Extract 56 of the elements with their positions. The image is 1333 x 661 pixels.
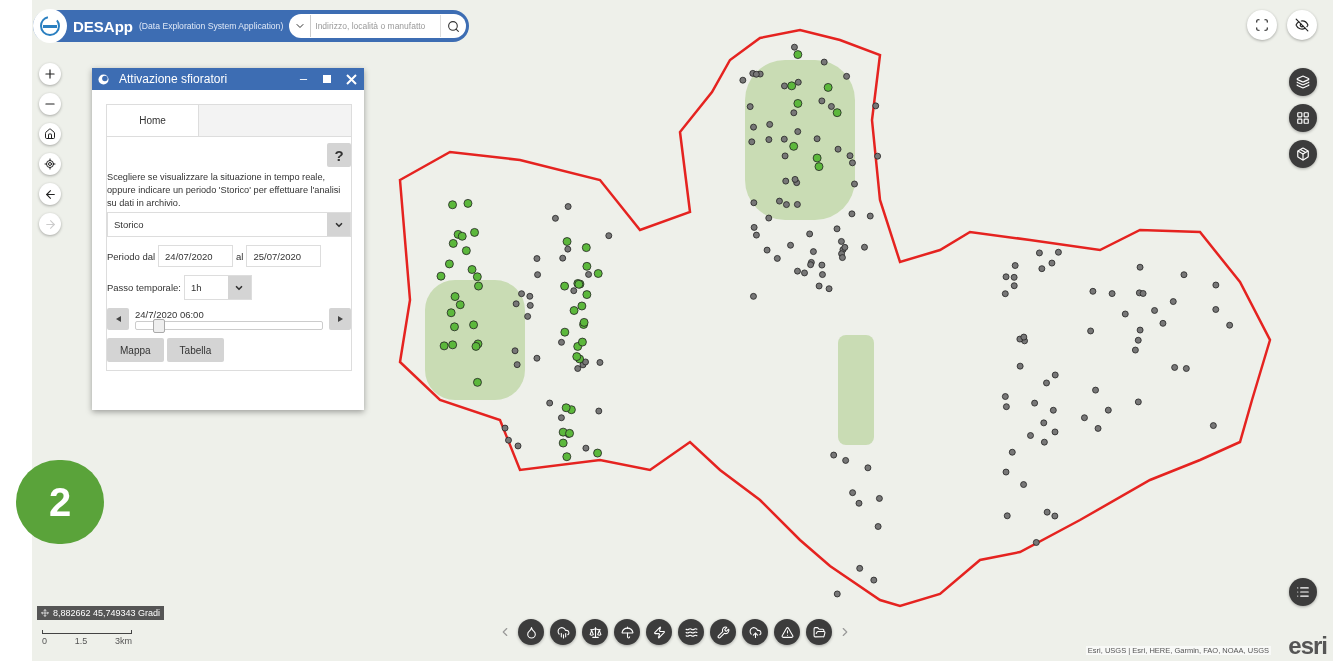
app-subtitle: (Data Exploration System Application) [139, 21, 284, 31]
date-from-field[interactable]: 24/07/2020 [158, 245, 234, 267]
panel-title: Attivazione sfioratori [119, 72, 229, 86]
grid-icon [1296, 111, 1310, 125]
time-slider[interactable] [135, 320, 323, 330]
next-button[interactable] [329, 308, 351, 330]
coordinates-text: 8,882662 45,749343 Gradi [53, 608, 161, 618]
triangle-right-icon [337, 316, 343, 322]
step-select[interactable]: 1h [183, 275, 252, 300]
scale-icon [588, 625, 602, 639]
folder-icon [812, 625, 826, 639]
tab[interactable]: Home [107, 105, 199, 136]
rain-cloud-icon [556, 625, 570, 639]
scale-label: 1.5 [74, 636, 88, 646]
eye-off-icon [1295, 18, 1309, 32]
maximize-button[interactable] [320, 72, 334, 86]
arrow-right-icon [43, 217, 57, 231]
box-icon [1296, 147, 1310, 161]
umbrella-icon [620, 625, 634, 639]
layers-icon [1296, 75, 1310, 89]
search-icon [447, 19, 460, 33]
triangle-left-icon [115, 316, 121, 322]
list-icon [1296, 585, 1310, 599]
mode-select[interactable]: Storico [107, 212, 351, 237]
app-title: DESApp [73, 17, 133, 35]
search-field[interactable]: Indirizzo, località o manufatto [289, 14, 466, 38]
warning-icon [780, 625, 794, 639]
time-reading: 24/7/2020 06:00 [135, 308, 205, 320]
period-label: Periodo dal [107, 250, 156, 262]
arrow-left-icon [43, 187, 57, 201]
close-button[interactable] [344, 72, 358, 86]
plus-icon [43, 67, 57, 81]
fullscreen-icon [1255, 18, 1269, 32]
lightning-icon [652, 625, 666, 639]
locate-icon [44, 158, 56, 170]
action-button[interactable]: Mappa [107, 338, 164, 362]
droplet-icon [524, 625, 538, 639]
period-to-label: al [236, 250, 244, 262]
close-icon [345, 73, 357, 85]
scale-label: 3km [114, 636, 132, 646]
wrench-icon [716, 625, 730, 639]
scale-label: 0 [42, 636, 47, 646]
move-icon [41, 609, 49, 617]
cloud-upload-icon [748, 625, 762, 639]
slider-thumb[interactable] [153, 318, 166, 333]
date-to-field[interactable]: 25/07/2020 [246, 245, 322, 267]
description-text: Scegliere se visualizzare la situazione in tempo reale, oppure indicare un periodo 'Storico' per effettuare l'analisi su dati in archivio. [107, 171, 342, 210]
previous-button[interactable] [107, 308, 129, 330]
step-label: Passo temporale: [107, 282, 181, 293]
help-button[interactable]: ? [327, 143, 351, 167]
home-icon [44, 128, 56, 140]
app-icon [98, 73, 109, 85]
action-button[interactable]: Tabella [166, 338, 225, 362]
square-icon [323, 75, 331, 83]
waves-icon [684, 625, 698, 639]
map-logo: esri [1288, 634, 1327, 658]
